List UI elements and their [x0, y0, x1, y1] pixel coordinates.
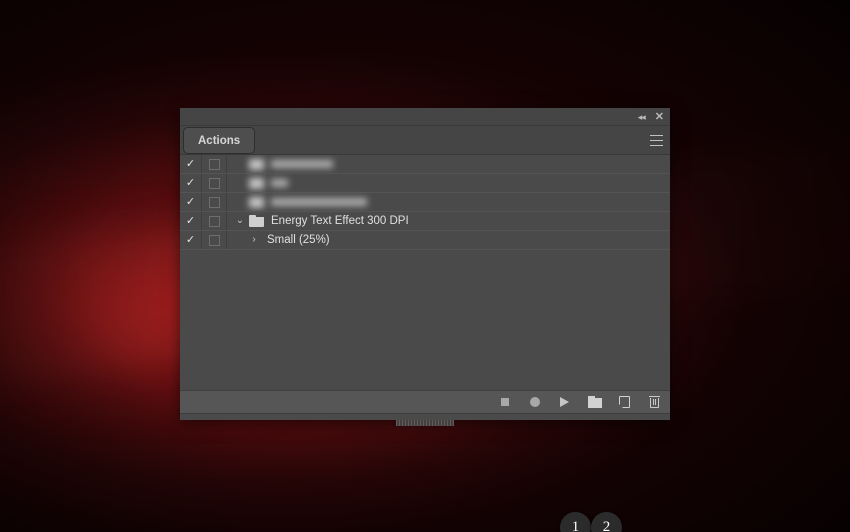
- redacted-label: [271, 179, 288, 187]
- chevron-down-icon[interactable]: ⌄: [233, 216, 247, 226]
- new-folder-icon: [587, 396, 602, 408]
- delete-button[interactable]: [647, 395, 662, 410]
- dialog-toggle-box-icon[interactable]: [208, 234, 220, 246]
- hamburger-line: [650, 140, 663, 141]
- checkmark-icon[interactable]: ✓: [186, 177, 195, 189]
- action-row-toggle-cell: ✓: [180, 155, 202, 174]
- redacted-icon: [249, 196, 264, 208]
- panel-titlebar: ◂◂ ✕: [180, 108, 670, 126]
- dialog-toggle-box-icon[interactable]: [208, 177, 220, 189]
- actions-footer-toolbar: [180, 390, 670, 413]
- new-set-button[interactable]: [587, 395, 602, 410]
- action-row-body: ⌄ Energy Text Effect 300 DPI: [227, 212, 670, 231]
- panel-menu-hamburger-icon[interactable]: [650, 135, 663, 146]
- stop-square-icon: [500, 398, 509, 406]
- hamburger-line: [650, 135, 663, 136]
- action-row-toggle-cell: ✓: [180, 192, 202, 212]
- new-action-button[interactable]: [617, 395, 632, 410]
- record-circle-icon: [529, 397, 540, 407]
- hamburger-line: [650, 145, 663, 146]
- action-row-dialog-cell: [202, 173, 227, 193]
- action-row-body: [227, 193, 670, 212]
- action-row-toggle-cell: ✓: [180, 211, 202, 231]
- redacted-icon: [249, 177, 264, 189]
- action-row-dialog-cell: [202, 211, 227, 231]
- redacted-icon: [249, 158, 264, 170]
- action-row-toggle-cell: ✓: [180, 230, 202, 250]
- action-row-dialog-cell: [202, 155, 227, 174]
- play-button[interactable]: [557, 395, 572, 410]
- dialog-toggle-box-icon[interactable]: [208, 215, 220, 227]
- close-icon[interactable]: ✕: [655, 111, 664, 123]
- chevron-right-icon[interactable]: ›: [247, 235, 261, 245]
- actions-panel: ◂◂ ✕ Actions ✓ ✓ ✓ ✓ ⌄ Energy Text Effect 300…: [180, 108, 670, 426]
- panel-bottom-strip: [180, 413, 670, 426]
- collapse-double-chevron-icon[interactable]: ◂◂: [638, 112, 646, 122]
- panel-resize-grip[interactable]: [396, 420, 454, 426]
- panel-tabbar: Actions: [180, 126, 670, 155]
- tab-actions-label: Actions: [198, 134, 241, 147]
- action-row-toggle-cell: ✓: [180, 173, 202, 193]
- folder-icon: [249, 215, 264, 227]
- action-row[interactable]: ✓: [180, 192, 670, 212]
- action-row[interactable]: ✓ ⌄ Energy Text Effect 300 DPI: [180, 211, 670, 231]
- redacted-label: [271, 198, 367, 206]
- action-row-body: › Small (25%): [227, 231, 670, 250]
- checkmark-icon[interactable]: ✓: [186, 158, 195, 170]
- stop-button[interactable]: [497, 395, 512, 410]
- action-row-label: Small (25%): [267, 234, 330, 246]
- checkmark-icon[interactable]: ✓: [186, 234, 195, 246]
- action-row-label: Energy Text Effect 300 DPI: [271, 215, 409, 227]
- action-row-dialog-cell: [202, 230, 227, 250]
- tab-actions[interactable]: Actions: [183, 127, 256, 154]
- checkmark-icon[interactable]: ✓: [186, 215, 195, 227]
- action-row-body: [227, 155, 670, 174]
- action-row[interactable]: ✓: [180, 155, 670, 174]
- action-row[interactable]: ✓ › Small (25%): [180, 230, 670, 250]
- action-row[interactable]: ✓: [180, 173, 670, 193]
- dialog-toggle-box-icon[interactable]: [208, 196, 220, 208]
- play-triangle-icon: [560, 397, 569, 407]
- record-button[interactable]: [527, 395, 542, 410]
- action-row-dialog-cell: [202, 192, 227, 212]
- screenshot-stage: ◂◂ ✕ Actions ✓ ✓ ✓ ✓ ⌄ Energy Text Effect 300…: [0, 0, 850, 532]
- trash-icon: [649, 395, 660, 409]
- new-action-page-icon: [618, 396, 630, 409]
- actions-list[interactable]: ✓ ✓ ✓ ✓ ⌄ Energy Text Effect 300 DPI ✓ › Small (…: [180, 155, 670, 390]
- redacted-label: [271, 160, 333, 168]
- checkmark-icon[interactable]: ✓: [186, 196, 195, 208]
- action-row-body: [227, 174, 670, 193]
- row-separator: [180, 249, 670, 250]
- dialog-toggle-box-icon[interactable]: [208, 158, 220, 170]
